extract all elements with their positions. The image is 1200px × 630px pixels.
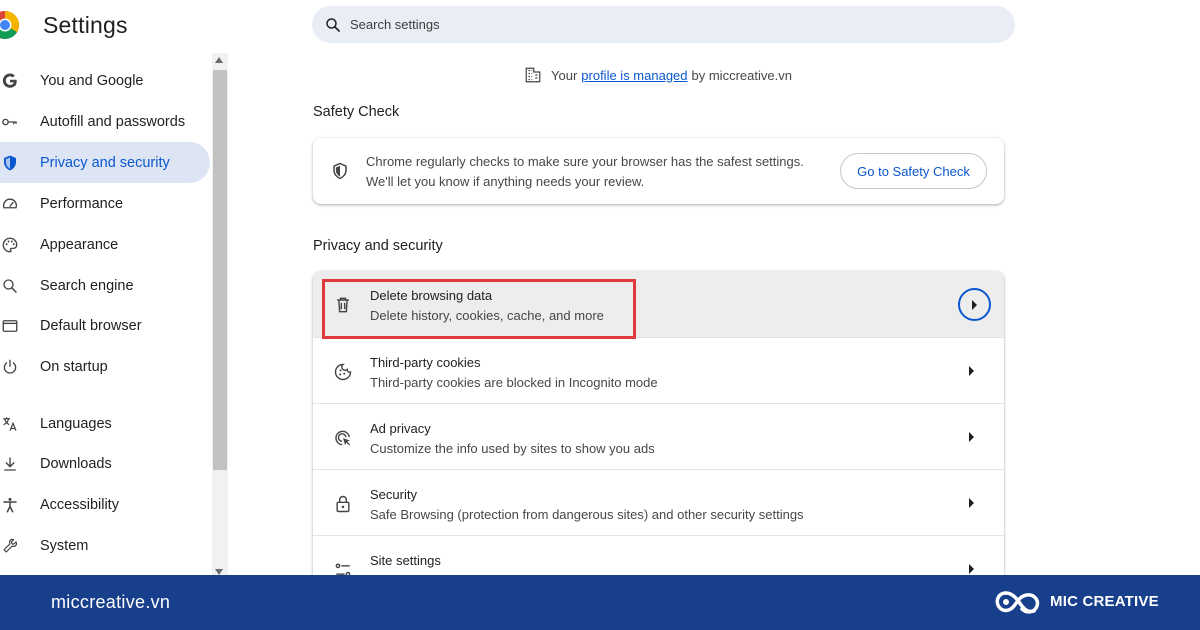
sidebar-item-label: You and Google [40, 72, 144, 89]
sidebar-item-languages[interactable]: Languages [0, 403, 210, 444]
scrollbar-thumb[interactable] [213, 70, 227, 470]
safety-line-2: We'll let you know if anything needs you… [366, 174, 645, 189]
mic-creative-logo-icon [995, 591, 1040, 614]
sidebar-item-appearance[interactable]: Appearance [0, 224, 210, 265]
google-icon [0, 71, 20, 91]
sidebar-item-label: On startup [40, 358, 108, 375]
sidebar-item-label: Languages [40, 415, 112, 432]
sidebar-item-privacy-and-security[interactable]: Privacy and security [0, 142, 210, 183]
footer-banner: miccreative.vn MIC CREATIVE [0, 575, 1200, 630]
translate-icon [0, 414, 20, 434]
building-icon [525, 67, 541, 83]
managed-profile-notice: Your profile is managed by miccreative.v… [524, 66, 792, 84]
sidebar-item-label: Accessibility [40, 496, 119, 513]
safety-check-heading: Safety Check [313, 104, 400, 120]
security-row[interactable]: Security Safe Browsing (protection from … [313, 470, 1004, 536]
sidebar-item-label: Privacy and security [40, 154, 170, 171]
sidebar-item-search-engine[interactable]: Search engine [0, 265, 210, 306]
managed-prefix: Your [551, 67, 578, 83]
row-subtitle: Safe Browsing (protection from dangerous… [370, 507, 804, 522]
browser-icon [0, 316, 20, 336]
chevron-right-icon [969, 366, 974, 376]
sidebar-item-performance[interactable]: Performance [0, 183, 210, 224]
chevron-right-icon[interactable] [958, 288, 991, 321]
shield-icon [333, 162, 347, 180]
wrench-icon [0, 536, 20, 556]
safety-line-1: Chrome regularly checks to make sure you… [366, 154, 804, 169]
power-icon [0, 357, 20, 377]
row-subtitle: Customize the info used by sites to show… [370, 441, 655, 456]
ad-privacy-row[interactable]: Ad privacy Customize the info used by si… [313, 404, 1004, 470]
sidebar-item-label: Downloads [40, 455, 112, 472]
shield-icon [0, 153, 20, 173]
privacy-security-heading: Privacy and security [313, 238, 443, 254]
profile-managed-link[interactable]: profile is managed [581, 68, 687, 83]
ad-privacy-icon [335, 430, 351, 446]
chevron-right-icon [969, 564, 974, 574]
sidebar-item-default-browser[interactable]: Default browser [0, 305, 210, 346]
sidebar-item-label: System [40, 537, 89, 554]
sidebar-item-system[interactable]: System [0, 525, 210, 566]
third-party-cookies-row[interactable]: Third-party cookies Third-party cookies … [313, 338, 1004, 404]
row-title: Site settings [370, 553, 441, 568]
chrome-logo-icon [0, 11, 19, 39]
search-bar[interactable] [312, 6, 1015, 43]
safety-check-description: Chrome regularly checks to make sure you… [366, 152, 804, 192]
sidebar-item-label: Performance [40, 195, 124, 212]
row-title: Security [370, 487, 417, 502]
row-subtitle: Third-party cookies are blocked in Incog… [370, 375, 658, 390]
sidebar-item-label: Appearance [40, 236, 119, 253]
sidebar-item-on-startup[interactable]: On startup [0, 346, 210, 387]
go-to-safety-check-button[interactable]: Go to Safety Check [840, 153, 987, 189]
sidebar-item-downloads[interactable]: Downloads [0, 443, 210, 484]
managed-suffix: by miccreative.vn [691, 67, 792, 83]
scroll-up-arrow-icon[interactable] [215, 57, 223, 63]
sidebar-item-you-and-google[interactable]: You and Google [0, 60, 210, 101]
search-input[interactable] [350, 17, 950, 32]
footer-brand-name: MIC CREATIVE [1050, 593, 1159, 610]
safety-check-card: Chrome regularly checks to make sure you… [313, 138, 1004, 204]
highlight-box [322, 279, 636, 339]
palette-icon [0, 235, 20, 255]
accessibility-icon [0, 495, 20, 515]
download-icon [0, 454, 20, 474]
sidebar-item-label: Search engine [40, 277, 134, 294]
row-title: Third-party cookies [370, 355, 481, 370]
chevron-right-icon [969, 498, 974, 508]
cookie-icon [334, 363, 352, 381]
sidebar-item-label: Autofill and passwords [40, 113, 186, 130]
sidebar-item-accessibility[interactable]: Accessibility [0, 484, 210, 525]
lock-icon [336, 495, 350, 513]
footer-site-url: miccreative.vn [51, 592, 171, 612]
chevron-right-icon [969, 432, 974, 442]
row-title: Ad privacy [370, 421, 431, 436]
sidebar-item-label: Default browser [40, 317, 142, 334]
search-icon [0, 276, 20, 296]
key-icon [0, 112, 20, 132]
speedometer-icon [0, 194, 20, 214]
search-icon [326, 17, 340, 32]
sidebar-item-autofill[interactable]: Autofill and passwords [0, 101, 210, 142]
page-title: Settings [43, 12, 128, 38]
